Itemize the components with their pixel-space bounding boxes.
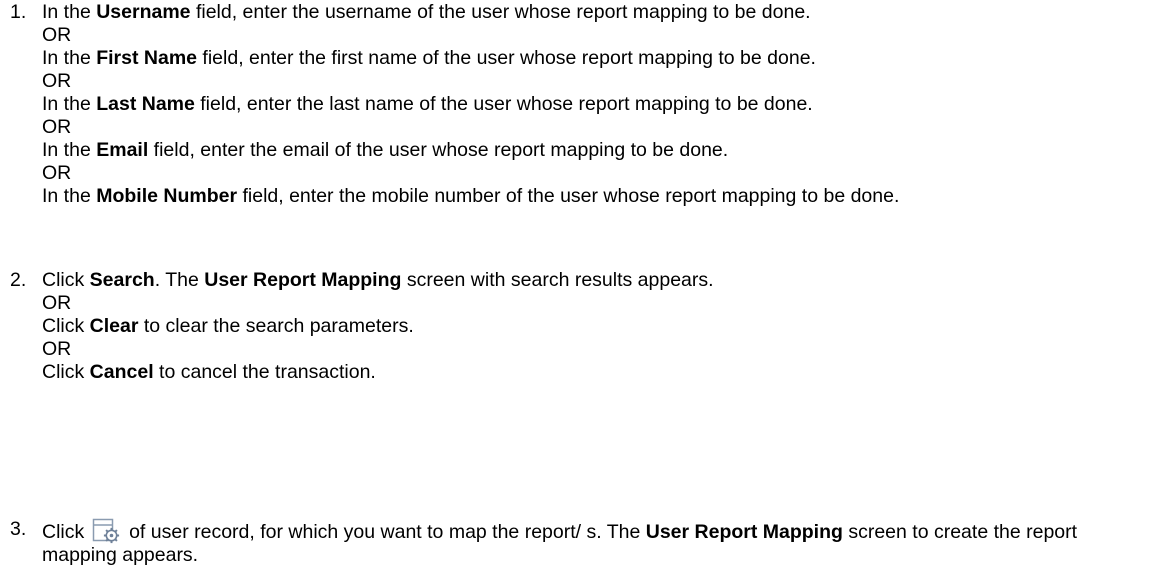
step-1-line-last-name: In the Last Name field, enter the last n… xyxy=(42,93,813,115)
report-mapping-settings-icon xyxy=(92,518,120,544)
step-2-text: Click Search. The User Report Mapping sc… xyxy=(42,269,1154,384)
or-text: OR xyxy=(42,70,72,92)
step-1-number: 1. xyxy=(10,1,27,23)
step-2-line-search: Click Search. The User Report Mapping sc… xyxy=(42,269,714,291)
or-text: OR xyxy=(42,116,72,138)
step-2-line-clear: Click Clear to clear the search paramete… xyxy=(42,315,414,337)
step-1-line-first-name: In the First Name field, enter the first… xyxy=(42,47,816,69)
step-1-line-email: In the Email field, enter the email of t… xyxy=(42,139,729,161)
or-text: OR xyxy=(42,162,72,184)
or-text: OR xyxy=(42,292,72,314)
or-text: OR xyxy=(42,24,72,46)
step-1-line-username: In the Username field, enter the usernam… xyxy=(42,1,811,23)
step-2-line-cancel: Click Cancel to cancel the transaction. xyxy=(42,361,376,383)
step-2-number: 2. xyxy=(10,269,27,291)
step-3-number: 3. xyxy=(10,518,27,540)
or-text: OR xyxy=(42,338,72,360)
step-3-text: Click of user record, for which you want… xyxy=(42,518,1154,567)
step-1-line-mobile-number: In the Mobile Number field, enter the mo… xyxy=(42,185,900,207)
document-page: 1. In the Username field, enter the user… xyxy=(0,0,1160,584)
step-1-text: In the Username field, enter the usernam… xyxy=(42,1,1154,208)
